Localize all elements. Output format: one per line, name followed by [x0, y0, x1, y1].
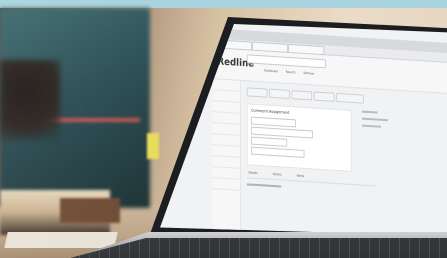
depth-blur-overlay — [0, 0, 170, 258]
card-title: Comment Assignment — [251, 107, 290, 116]
toolbar-button[interactable] — [246, 87, 268, 98]
search-input[interactable] — [246, 54, 326, 69]
tab-notes[interactable]: Notes — [297, 173, 304, 177]
nav-link[interactable]: Settings — [303, 71, 314, 76]
panel-text-line — [362, 110, 378, 114]
nav-link[interactable]: Dashboard — [264, 68, 278, 73]
toolbar-button[interactable] — [336, 92, 364, 104]
form-field[interactable] — [251, 116, 296, 128]
main-content: Comment Assignment Details History Notes — [242, 81, 447, 236]
panel-text-line — [362, 117, 388, 122]
sidebar-item[interactable] — [212, 178, 240, 191]
form-field[interactable] — [251, 146, 305, 158]
form-field[interactable] — [251, 136, 288, 147]
photo-scene: Redline Dashboard Reports Settings Comme… — [0, 0, 447, 258]
top-nav: Dashboard Reports Settings — [264, 68, 321, 76]
panel-text-line — [362, 124, 381, 128]
nav-link[interactable]: Reports — [286, 70, 296, 75]
toolbar-button[interactable] — [313, 91, 335, 102]
toolbar-button[interactable] — [269, 88, 290, 100]
sidebar — [212, 79, 241, 236]
content-text-line — [246, 183, 282, 188]
tab-details[interactable]: Details — [249, 170, 258, 175]
form-card: Comment Assignment — [246, 103, 352, 172]
toolbar-button[interactable] — [291, 90, 313, 101]
side-panel — [362, 110, 396, 153]
tab-history[interactable]: History — [273, 172, 282, 177]
